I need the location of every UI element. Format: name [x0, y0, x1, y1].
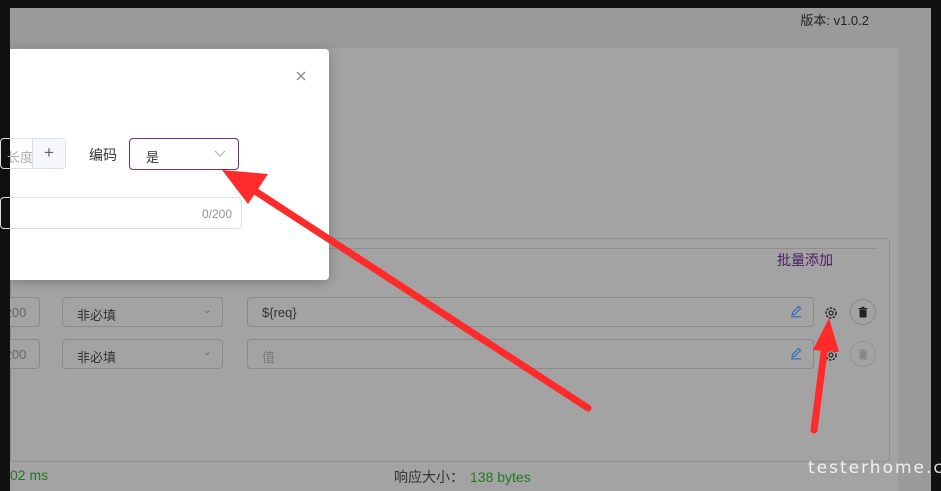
response-size-value: 138 bytes — [470, 469, 531, 485]
description-input[interactable]: 0/200 — [0, 197, 242, 229]
row2-value-placeholder: 值 — [262, 350, 276, 365]
response-time: 02 ms — [10, 467, 49, 483]
row1-length-counter: /200 — [10, 297, 40, 327]
encode-value: 是 — [146, 150, 160, 165]
trash-icon — [858, 306, 868, 318]
length-number-input[interactable]: 长度 + — [0, 138, 66, 169]
encode-select[interactable]: 是 — [129, 138, 239, 170]
chevron-down-icon: ⌄ — [202, 304, 212, 316]
edit-icon[interactable] — [789, 304, 803, 318]
increment-button[interactable]: + — [32, 139, 65, 168]
row2-length-counter: /200 — [10, 339, 40, 369]
close-icon[interactable] — [294, 69, 308, 83]
length-placeholder: 长度 — [7, 150, 34, 165]
row2-value-input[interactable]: 值 — [247, 339, 814, 369]
row1-required-select[interactable]: 非必填 ⌄ — [62, 297, 223, 327]
batch-add-link[interactable]: 批量添加 — [777, 250, 833, 270]
row1-required-value: 非必填 — [77, 308, 117, 323]
row2-required-select[interactable]: 非必填 ⌄ — [62, 339, 223, 369]
chevron-down-icon — [214, 150, 226, 157]
row2-length-text: /200 — [10, 347, 27, 362]
row1-length-text: /200 — [10, 305, 27, 320]
chevron-down-icon: ⌄ — [202, 346, 212, 358]
gear-icon[interactable] — [823, 347, 839, 363]
response-size: 响应大小： 138 bytes — [394, 467, 531, 487]
version-label: 版本: v1.0.2 — [800, 13, 869, 28]
row1-value-input[interactable]: ${req} — [247, 297, 814, 327]
trash-icon — [858, 348, 868, 360]
row1-delete-button[interactable] — [850, 299, 876, 325]
row2-delete-button[interactable] — [850, 341, 876, 367]
encode-label: 编码 — [89, 147, 117, 163]
row1-value-text: ${req} — [262, 305, 297, 320]
response-size-label: 响应大小： — [394, 469, 464, 485]
row2-required-value: 非必填 — [77, 350, 117, 365]
edit-icon[interactable] — [789, 346, 803, 360]
param-settings-dialog: 长度 + 编码 是 0/200 — [0, 49, 329, 280]
gear-icon[interactable] — [823, 305, 839, 321]
watermark: testerhome.com — [808, 458, 941, 478]
description-counter: 0/200 — [201, 207, 232, 221]
